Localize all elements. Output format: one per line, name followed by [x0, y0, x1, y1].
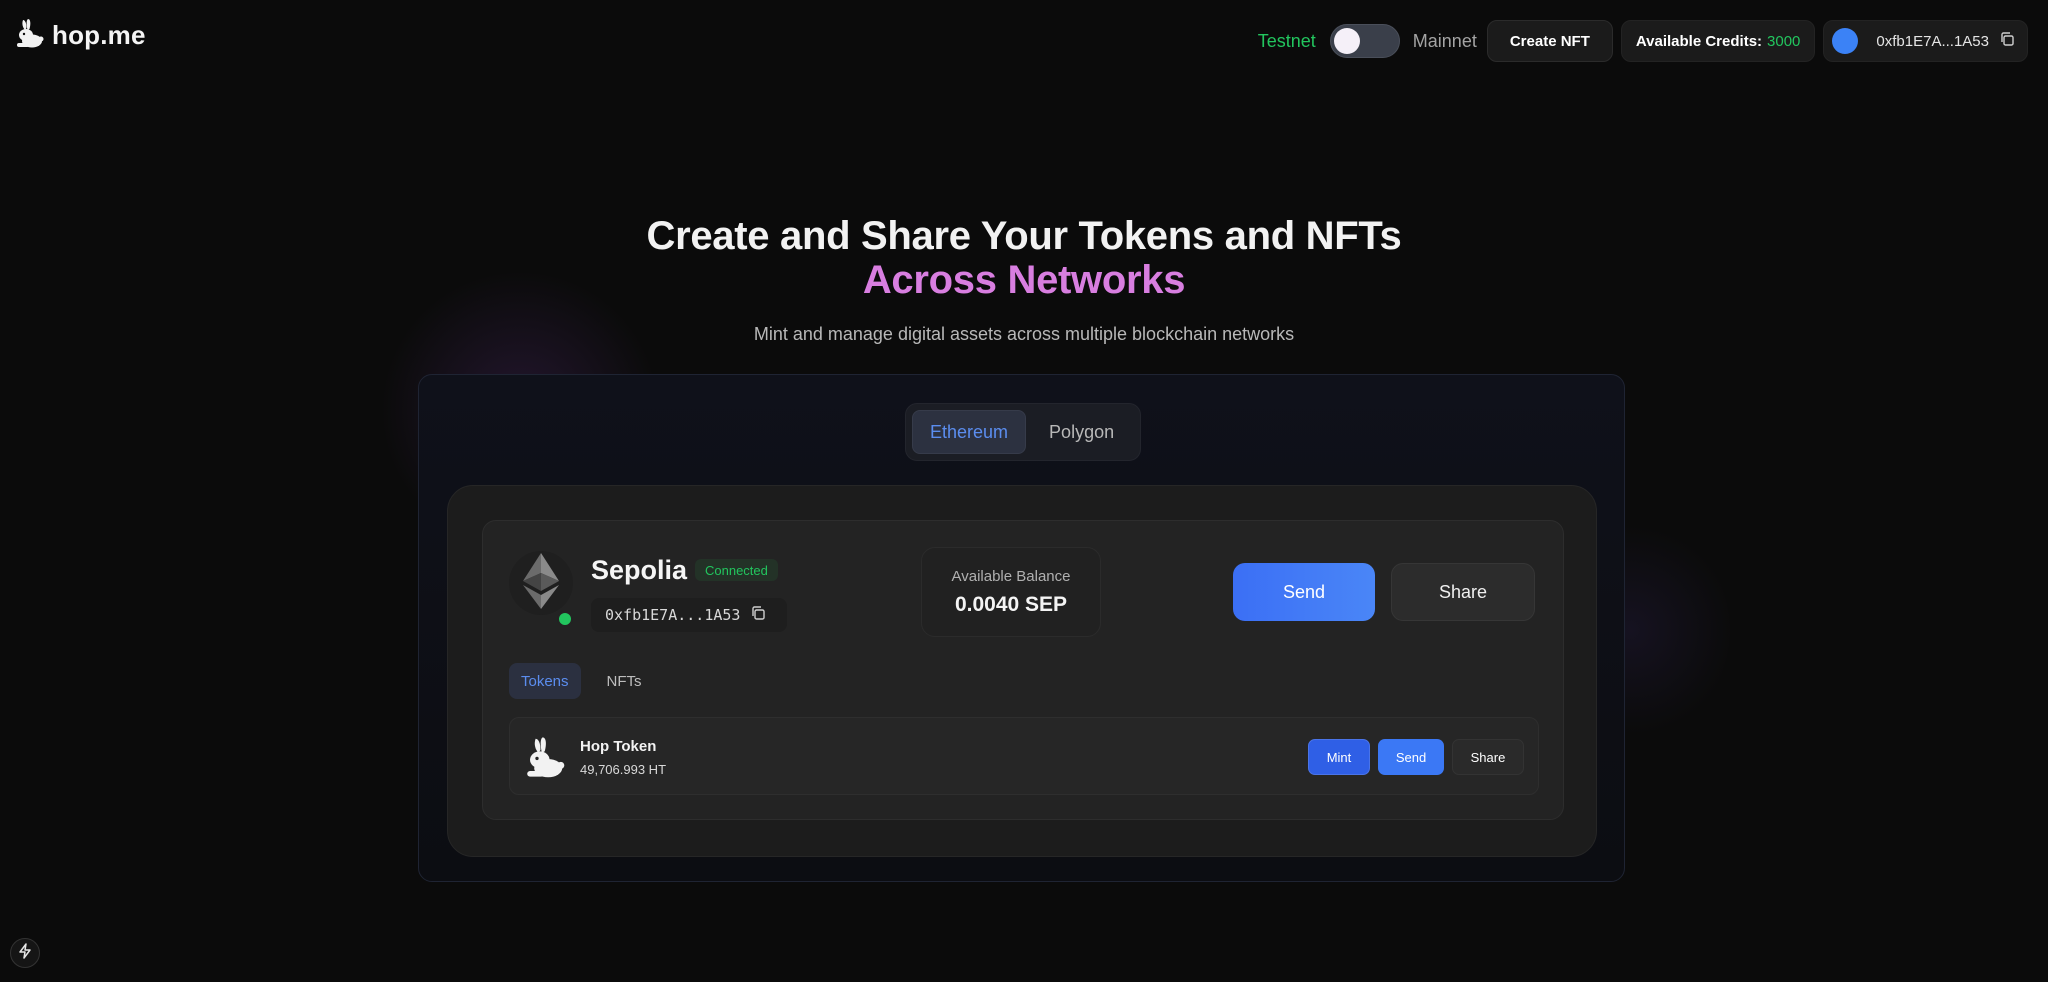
- credits-display: Available Credits: 3000: [1620, 20, 1816, 62]
- network-tabs: Ethereum Polygon: [905, 403, 1141, 461]
- network-name: Sepolia: [591, 555, 688, 585]
- wallet-address: 0xfb1E7A...1A53: [1876, 32, 1989, 50]
- hero-title-accent: Across Networks: [862, 258, 1186, 302]
- create-nft-button[interactable]: Create NFT: [1486, 20, 1613, 62]
- balance-box: Available Balance 0.0040 SEP: [921, 547, 1101, 637]
- wallet-avatar: [1832, 28, 1859, 54]
- toggle-knob: [1333, 28, 1360, 54]
- mint-button[interactable]: Mint: [1308, 739, 1370, 775]
- header-actions: Testnet Mainnet Create NFT Available Cre…: [1258, 20, 2028, 62]
- network-avatar: [509, 551, 573, 615]
- wallet-button[interactable]: 0xfb1E7A...1A53: [1823, 20, 2028, 62]
- token-amount: 49,706.993 HT: [580, 762, 667, 777]
- ethereum-icon: [523, 552, 559, 614]
- tab-nfts[interactable]: NFTs: [595, 663, 654, 699]
- logo[interactable]: hop.me: [14, 18, 146, 53]
- share-button[interactable]: Share: [1391, 563, 1535, 621]
- token-row: Hop Token 49,706.993 HT Mint Send Share: [509, 717, 1539, 795]
- credits-value: 3000: [1767, 32, 1801, 50]
- balance-label: Available Balance: [951, 568, 1071, 585]
- balance-value: 0.0040 SEP: [954, 593, 1068, 616]
- rabbit-token-icon: [522, 736, 566, 783]
- mainnet-label: Mainnet: [1412, 30, 1477, 51]
- hero-title: Create and Share Your Tokens and NFTs: [646, 214, 1402, 258]
- tab-ethereum[interactable]: Ethereum: [912, 410, 1027, 454]
- lightning-icon: [18, 942, 32, 964]
- rabbit-logo-icon: [14, 18, 44, 53]
- connection-status-dot: [557, 611, 573, 627]
- testnet-label: Testnet: [1257, 30, 1316, 51]
- send-button[interactable]: Send: [1233, 563, 1375, 621]
- token-name: Hop Token: [580, 738, 657, 755]
- copy-icon[interactable]: [750, 605, 766, 626]
- token-send-button[interactable]: Send: [1378, 739, 1444, 775]
- tab-tokens[interactable]: Tokens: [509, 663, 581, 699]
- credits-label: Available Credits:: [1635, 32, 1763, 50]
- status-badge: Connected: [695, 559, 778, 581]
- network-address: 0xfb1E7A...1A53: [605, 606, 741, 624]
- networks-panel: Ethereum Polygon Sepolia Connected 0xfb1…: [418, 374, 1625, 882]
- token-share-button[interactable]: Share: [1452, 739, 1524, 775]
- hero-subtitle: Mint and manage digital assets across mu…: [753, 324, 1295, 344]
- logo-text: hop.me: [52, 20, 146, 50]
- top-header: hop.me Testnet Mainnet Create NFT Availa…: [0, 0, 2048, 84]
- asset-tabs: Tokens NFTs: [509, 663, 654, 699]
- copy-icon[interactable]: [1999, 31, 2015, 52]
- network-card-wrapper: Sepolia Connected 0xfb1E7A...1A53 Availa…: [447, 485, 1597, 857]
- address-pill[interactable]: 0xfb1E7A...1A53: [591, 598, 787, 632]
- network-toggle[interactable]: [1329, 24, 1400, 58]
- tab-polygon[interactable]: Polygon: [1032, 410, 1131, 454]
- dev-tools-button[interactable]: [10, 938, 40, 968]
- token-actions: Mint Send Share: [1308, 739, 1524, 775]
- hero-section: Create and Share Your Tokens and NFTs Ac…: [0, 214, 2048, 345]
- network-card: Sepolia Connected 0xfb1E7A...1A53 Availa…: [482, 520, 1564, 820]
